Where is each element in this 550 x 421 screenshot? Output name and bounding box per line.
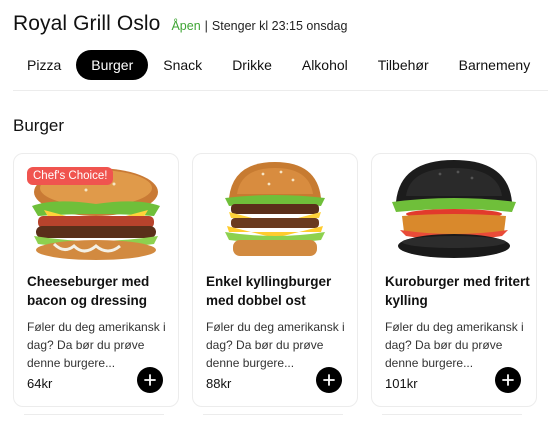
header: Royal Grill Oslo Åpen | Stenger kl 23:15… [13, 12, 347, 38]
status-separator: | [204, 19, 208, 33]
add-to-cart-button[interactable] [316, 367, 342, 393]
tab-pizza[interactable]: Pizza [13, 50, 76, 80]
product-title: Kuroburger med fritert kylling [385, 274, 530, 308]
next-card-edge [203, 414, 343, 415]
product-title: Cheeseburger med bacon og dressing [27, 274, 150, 308]
plus-icon [323, 374, 335, 386]
add-to-cart-button[interactable] [495, 367, 521, 393]
tab-tilbehor[interactable]: Tilbehør [363, 50, 444, 80]
tab-burger[interactable]: Burger [76, 50, 149, 80]
section-title: Burger [13, 116, 65, 135]
tab-barnemeny[interactable]: Barnemeny [444, 50, 546, 80]
chefs-choice-badge: Chef's Choice! [27, 167, 114, 185]
tab-alkohol[interactable]: Alkohol [287, 50, 363, 80]
divider [13, 90, 548, 91]
product-price: 64kr [27, 376, 53, 391]
chicken-burger-image [225, 162, 325, 256]
restaurant-name: Royal Grill Oslo [13, 12, 161, 35]
product-description: Føler du deg amerikansk i dag? Da bør du… [385, 320, 524, 370]
plus-icon [144, 374, 156, 386]
black-bun-burger-image [392, 160, 516, 258]
plus-icon [502, 374, 514, 386]
add-to-cart-button[interactable] [137, 367, 163, 393]
product-price: 88kr [206, 376, 232, 391]
next-card-edge [24, 414, 164, 415]
product-card[interactable]: Chef's Choice! Cheeseburger med bacon og… [13, 153, 179, 407]
product-description: Føler du deg amerikansk i dag? Da bør du… [206, 320, 345, 370]
closing-hours: Stenger kl 23:15 onsdag [211, 19, 348, 33]
product-card[interactable]: Kuroburger med fritert kylling Føler du … [371, 153, 537, 407]
product-title: Enkel kyllingburger med dobbel ost [206, 274, 332, 308]
product-card[interactable]: Enkel kyllingburger med dobbel ost Føler… [192, 153, 358, 407]
tab-drikke[interactable]: Drikke [217, 50, 287, 80]
tab-snack[interactable]: Snack [148, 50, 217, 80]
next-card-edge [382, 414, 522, 415]
open-status: Åpen [171, 19, 201, 33]
product-description: Føler du deg amerikansk i dag? Da bør du… [27, 320, 166, 370]
product-price: 101kr [385, 376, 418, 391]
category-tabs: Pizza Burger Snack Drikke Alkohol Tilbeh… [13, 50, 548, 80]
